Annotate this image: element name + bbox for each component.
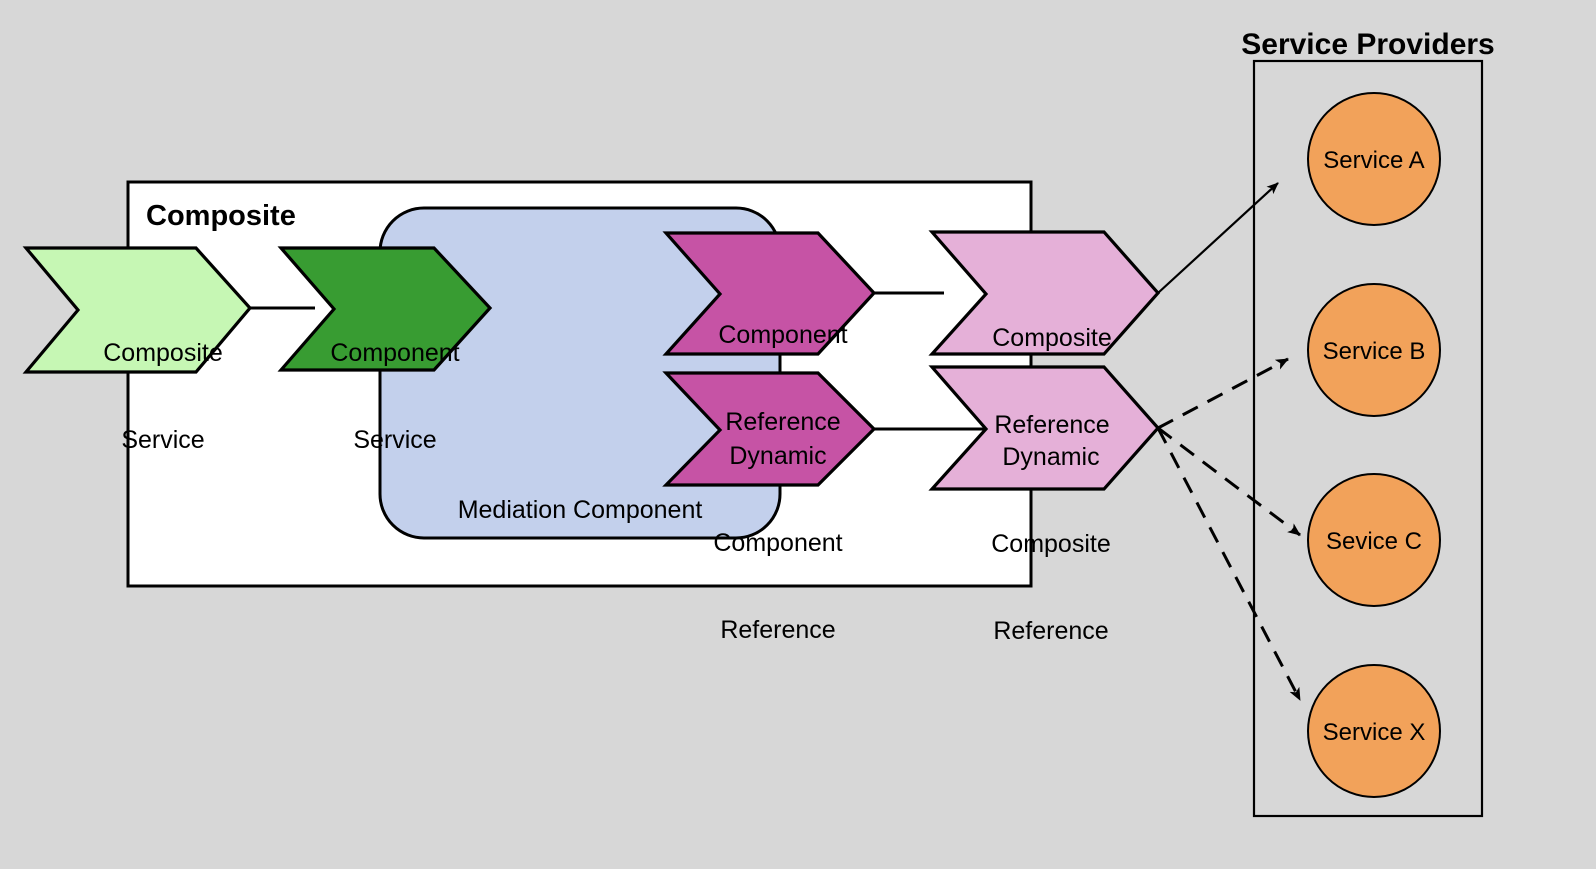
service-circle-service-c[interactable] (1307, 473, 1441, 607)
service-circle-service-x[interactable] (1307, 664, 1441, 798)
diagram-svg (22, 59, 1484, 818)
service-circle-service-b[interactable] (1307, 283, 1441, 417)
arrow-dynamic-composite-reference-to-service-x (1156, 427, 1302, 701)
service-circle-service-a[interactable] (1307, 92, 1441, 226)
arrow-composite-reference-to-service-a (1157, 182, 1279, 294)
diagram-canvas: Composite Service Providers Composite Se… (0, 0, 1596, 869)
arrow-dynamic-composite-reference-to-service-b (1157, 357, 1289, 430)
arrow-dynamic-composite-reference-to-service-c (1157, 426, 1301, 537)
